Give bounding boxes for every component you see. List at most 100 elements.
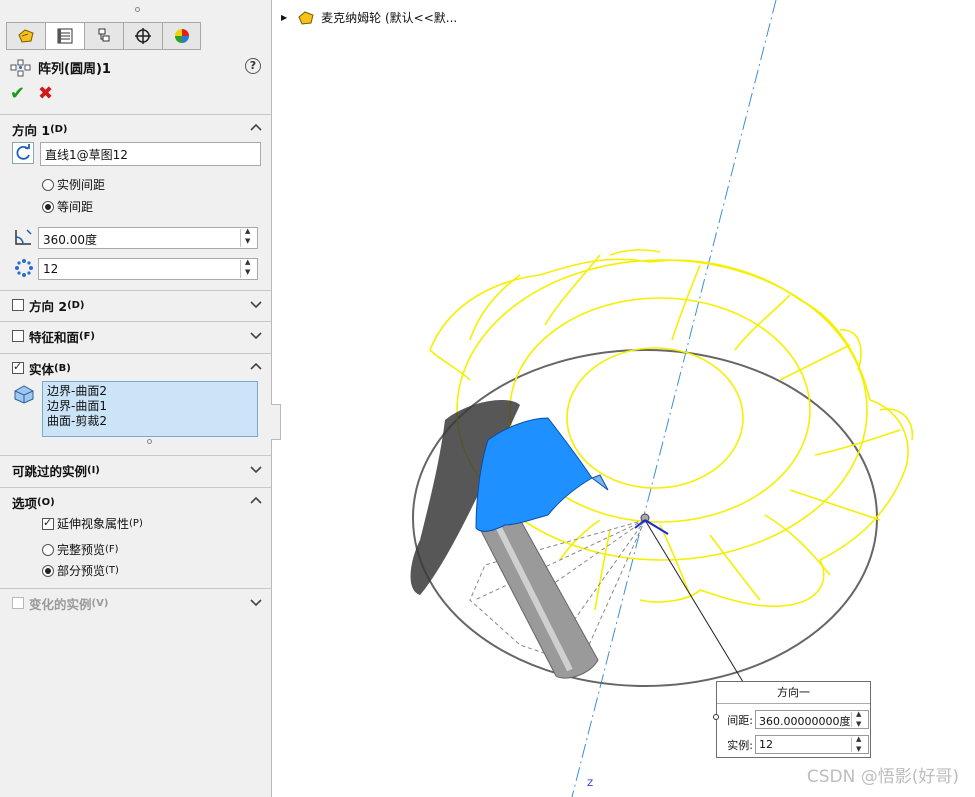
direction1-header[interactable]: 方向 1 (D) bbox=[0, 115, 271, 143]
propagate-visual-checkbox[interactable]: 延伸视象属性(P) bbox=[42, 515, 143, 532]
bodies-key: (B) bbox=[54, 362, 71, 374]
expand-arrow-icon[interactable]: ▶ bbox=[281, 13, 287, 22]
equal-spacing-label: 等间距 bbox=[57, 200, 94, 214]
chevron-up-icon[interactable] bbox=[249, 494, 263, 508]
equal-spacing-radio[interactable]: 等间距 bbox=[42, 198, 93, 215]
popup-count-value: 12 bbox=[759, 738, 773, 751]
direction2-title: 方向 2 bbox=[29, 298, 68, 314]
popup-spacing-spinner[interactable] bbox=[851, 710, 867, 728]
solid-body-icon bbox=[14, 385, 34, 404]
direction-popup: 方向一 间距: 360.00000000度 实例: 12 bbox=[716, 681, 871, 758]
model-scene bbox=[410, 0, 914, 797]
partial-preview-radio[interactable]: 部分预览 (T) bbox=[42, 562, 119, 579]
partial-preview-radio-dot bbox=[42, 564, 54, 577]
skip-instances-header[interactable]: 可跳过的实例 (I) bbox=[0, 456, 271, 484]
graphics-viewport[interactable]: ▶ 麦克纳姆轮 (默认<<默... Z bbox=[273, 0, 975, 797]
bodies-section: 实体(B) bbox=[0, 353, 271, 382]
popup-spacing-value: 360.00000000度 bbox=[759, 715, 851, 728]
popup-spacing-field[interactable]: 360.00000000度 bbox=[755, 710, 869, 729]
chevron-down-icon[interactable] bbox=[249, 328, 263, 342]
tab-dimxpert[interactable] bbox=[123, 22, 162, 50]
display-manager-icon bbox=[174, 29, 189, 43]
part-icon bbox=[298, 10, 314, 25]
pattern-axis-line bbox=[571, 0, 777, 797]
options-key: (O) bbox=[37, 496, 55, 508]
skip-instances-section: 可跳过的实例 (I) bbox=[0, 455, 271, 484]
tab-feature-manager[interactable] bbox=[6, 22, 45, 50]
help-icon[interactable]: ? bbox=[245, 58, 261, 74]
propagate-visual-box bbox=[42, 516, 54, 530]
features-faces-title: 特征和面 bbox=[29, 329, 80, 345]
reverse-direction-button[interactable] bbox=[12, 142, 34, 164]
features-faces-checkbox[interactable] bbox=[12, 330, 24, 342]
pattern-axis-field[interactable]: 直线1@草图12 bbox=[40, 142, 261, 166]
direction2-header[interactable]: 方向 2 (D) bbox=[0, 291, 271, 319]
varied-instances-header[interactable]: 变化的实例 (V) bbox=[0, 589, 271, 617]
list-item[interactable]: 曲面-剪裁2 bbox=[47, 414, 253, 429]
features-faces-header[interactable]: 特征和面 (F) bbox=[0, 322, 271, 350]
rotate-arrow-icon bbox=[16, 144, 30, 160]
popup-count-field[interactable]: 12 bbox=[755, 735, 869, 754]
angle-spinner[interactable] bbox=[240, 227, 256, 247]
full-preview-radio-dot bbox=[42, 543, 54, 556]
full-preview-key: (F) bbox=[105, 544, 119, 555]
feature-manager-icon bbox=[18, 29, 34, 43]
partial-preview-label: 部分预览 bbox=[57, 564, 106, 578]
list-item[interactable]: 边界-曲面2 bbox=[47, 384, 253, 399]
varied-instances-title: 变化的实例 bbox=[29, 596, 92, 612]
chevron-up-icon[interactable] bbox=[249, 360, 263, 374]
direction2-key: (D) bbox=[67, 299, 85, 311]
options-section: 选项 (O) bbox=[0, 487, 271, 516]
chevron-down-icon[interactable] bbox=[249, 297, 263, 311]
configuration-manager-icon bbox=[98, 28, 110, 42]
options-title: 选项 bbox=[12, 495, 38, 511]
bodies-checkbox[interactable] bbox=[12, 360, 24, 374]
list-resize-grip[interactable] bbox=[147, 439, 152, 444]
instance-spacing-radio[interactable]: 实例间距 bbox=[42, 176, 105, 193]
circular-pattern-icon bbox=[10, 59, 31, 76]
part-name: 麦克纳姆轮 (默认<<默... bbox=[321, 11, 458, 25]
full-preview-radio[interactable]: 完整预览 (F) bbox=[42, 541, 119, 558]
page-title: 阵列(圆周)1 bbox=[38, 62, 111, 77]
varied-instances-key: (V) bbox=[91, 597, 109, 609]
varied-instances-section: 变化的实例 (V) bbox=[0, 588, 271, 617]
chevron-down-icon[interactable] bbox=[249, 462, 263, 476]
tab-property-manager[interactable] bbox=[45, 22, 84, 50]
angle-value: 360.00度 bbox=[43, 233, 97, 247]
full-preview-label: 完整预览 bbox=[57, 543, 106, 557]
popup-anchor-handle[interactable] bbox=[713, 714, 719, 720]
list-item[interactable]: 边界-曲面1 bbox=[47, 399, 253, 414]
instance-spacing-label: 实例间距 bbox=[57, 178, 106, 192]
ok-button[interactable]: ✔ bbox=[10, 83, 25, 104]
partial-preview-key: (T) bbox=[105, 565, 119, 576]
tab-configuration-manager[interactable] bbox=[84, 22, 123, 50]
property-manager-icon bbox=[57, 28, 73, 44]
features-faces-section: 特征和面 (F) bbox=[0, 321, 271, 350]
feature-tree-root[interactable]: ▶ 麦克纳姆轮 (默认<<默... bbox=[281, 9, 457, 26]
tab-display-manager[interactable] bbox=[162, 22, 201, 50]
popup-spacing-label: 间距: bbox=[727, 713, 753, 727]
chevron-up-icon[interactable] bbox=[249, 121, 263, 135]
panel-grip[interactable] bbox=[135, 7, 140, 12]
manager-tabs bbox=[6, 22, 201, 50]
direction2-section: 方向 2 (D) bbox=[0, 290, 271, 319]
skip-instances-key: (I) bbox=[87, 464, 100, 476]
roller-cylinder bbox=[477, 504, 599, 679]
popup-count-spinner[interactable] bbox=[851, 735, 867, 753]
skip-instances-title: 可跳过的实例 bbox=[12, 463, 88, 479]
z-axis-label: Z bbox=[587, 779, 594, 789]
bodies-list[interactable]: 边界-曲面2 边界-曲面1 曲面-剪裁2 bbox=[42, 381, 258, 437]
bodies-header[interactable]: 实体(B) bbox=[0, 354, 271, 382]
property-manager-header: 阵列(圆周)1 bbox=[10, 58, 111, 77]
instance-count-spinner[interactable] bbox=[240, 258, 256, 278]
angle-field[interactable]: 360.00度 bbox=[38, 227, 258, 249]
direction2-checkbox[interactable] bbox=[12, 299, 24, 311]
property-manager-panel: 阵列(圆周)1 ? ✔ ✖ 方向 1 (D) 直线1@草图12 实例间距 等间距 … bbox=[0, 0, 272, 797]
propagate-visual-key: (P) bbox=[129, 518, 143, 529]
varied-instances-checkbox[interactable] bbox=[12, 597, 24, 609]
options-header[interactable]: 选项 (O) bbox=[0, 488, 271, 516]
chevron-down-icon[interactable] bbox=[249, 595, 263, 609]
instance-count-field[interactable]: 12 bbox=[38, 258, 258, 280]
cancel-button[interactable]: ✖ bbox=[38, 83, 53, 104]
direction1-title: 方向 1 bbox=[12, 122, 51, 138]
